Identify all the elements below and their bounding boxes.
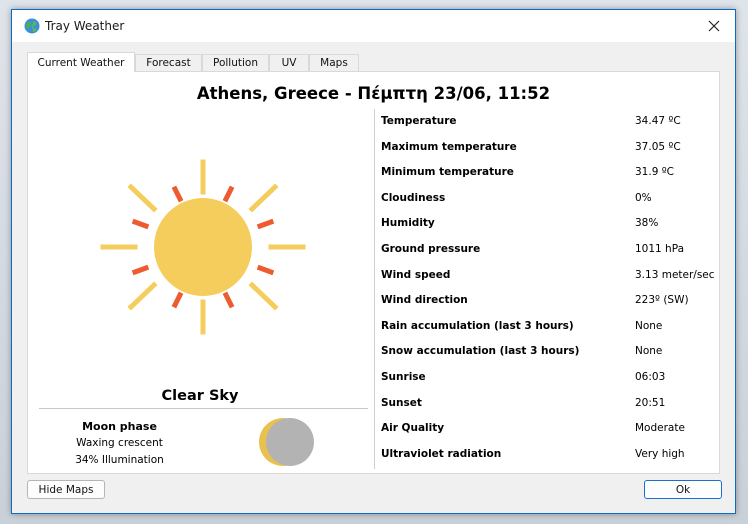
detail-value: 37.05 ºC — [635, 140, 681, 153]
tab-maps[interactable]: Maps — [309, 54, 359, 71]
detail-label: Temperature — [381, 115, 457, 127]
detail-value: 38% — [635, 217, 659, 230]
close-icon — [708, 20, 720, 32]
detail-value: Very high — [635, 447, 685, 460]
detail-label: Ground pressure — [381, 243, 481, 255]
detail-label: Snow accumulation (last 3 hours) — [381, 345, 580, 358]
detail-label: Air Quality — [381, 422, 445, 435]
detail-label: Wind speed — [381, 268, 451, 281]
detail-value: None — [635, 345, 663, 358]
detail-row: Maximum temperature 37.05 ºC — [381, 138, 716, 158]
moon-illumination: 34% Illumination — [75, 454, 164, 466]
detail-row: Sunrise 06:03 — [381, 368, 716, 388]
detail-label: Sunrise — [381, 371, 426, 383]
detail-label: Minimum temperature — [381, 166, 514, 179]
ok-button[interactable]: Ok — [644, 480, 722, 499]
close-button[interactable] — [693, 10, 735, 42]
moon-phase-title: Moon phase — [82, 420, 157, 433]
detail-value: 06:03 — [635, 371, 666, 383]
app-window: Tray Weather Current Weather Forecast Po… — [11, 9, 736, 514]
tab-current-weather[interactable]: Current Weather — [27, 52, 135, 72]
tab-pollution[interactable]: Pollution — [202, 54, 269, 71]
moon-icon — [259, 418, 314, 466]
detail-value: 34.47 ºC — [635, 115, 681, 127]
moon-phase-name: Waxing crescent — [76, 437, 163, 449]
detail-row: Ultraviolet radiation Very high — [381, 445, 716, 465]
detail-row: Air Quality Moderate — [381, 419, 716, 439]
window-title: Tray Weather — [45, 19, 125, 33]
detail-value: 0% — [635, 191, 652, 204]
detail-value: None — [635, 319, 663, 332]
detail-row: Humidity 38% — [381, 214, 716, 234]
detail-row: Ground pressure 1011 hPa — [381, 240, 716, 260]
detail-label: Maximum temperature — [381, 140, 517, 153]
detail-row: Minimum temperature 31.9 ºC — [381, 163, 716, 183]
detail-row: Cloudiness 0% — [381, 189, 716, 209]
location-heading: Athens, Greece - Πέμπτη 23/06, 11:52 — [196, 84, 551, 103]
tab-uv[interactable]: UV — [269, 54, 309, 71]
tab-forecast[interactable]: Forecast — [135, 54, 202, 71]
current-weather-panel: Athens, Greece - Πέμπτη 23/06, 11:52 Cle… — [27, 71, 720, 474]
hide-maps-button[interactable]: Hide Maps — [27, 480, 105, 499]
detail-label: Humidity — [381, 217, 435, 230]
globe-icon — [24, 18, 40, 34]
detail-value: 20:51 — [635, 396, 666, 409]
detail-value: 31.9 ºC — [635, 166, 674, 179]
detail-value: 1011 hPa — [635, 243, 685, 255]
detail-row: Wind direction 223º (SW) — [381, 291, 716, 311]
detail-value: 223º (SW) — [635, 294, 689, 307]
sun-icon — [100, 159, 306, 335]
detail-label: Ultraviolet radiation — [381, 447, 502, 460]
detail-label: Cloudiness — [381, 191, 446, 204]
detail-row: Temperature 34.47 ºC — [381, 112, 716, 132]
detail-value: 3.13 meter/sec — [635, 268, 715, 281]
column-divider — [374, 109, 375, 469]
detail-row: Snow accumulation (last 3 hours) None — [381, 342, 716, 362]
detail-row: Wind speed 3.13 meter/sec — [381, 266, 716, 286]
detail-row: Rain accumulation (last 3 hours) None — [381, 317, 716, 337]
detail-label: Rain accumulation (last 3 hours) — [381, 319, 574, 332]
section-divider — [39, 408, 368, 409]
detail-value: Moderate — [635, 422, 685, 435]
detail-label: Sunset — [381, 396, 422, 409]
weather-condition: Clear Sky — [161, 388, 239, 404]
detail-row: Sunset 20:51 — [381, 394, 716, 414]
title-bar[interactable]: Tray Weather — [12, 10, 735, 42]
detail-label: Wind direction — [381, 294, 468, 307]
